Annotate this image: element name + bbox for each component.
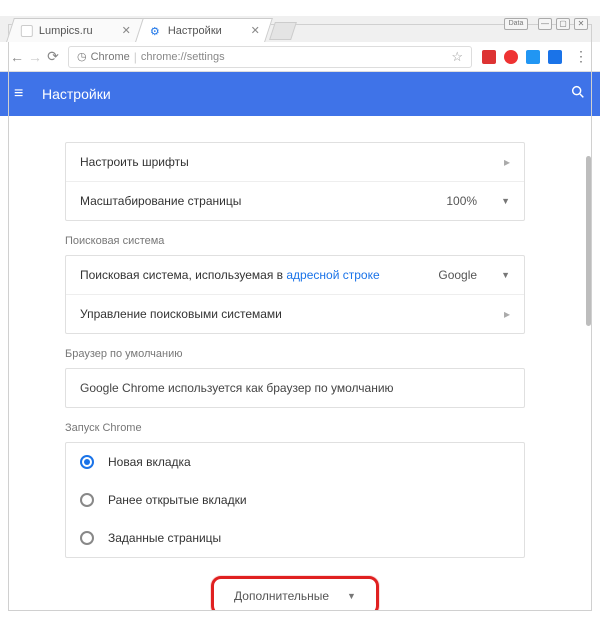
row-manage-search[interactable]: Управление поисковыми системами ▸ bbox=[66, 295, 524, 333]
zoom-value: 100% bbox=[446, 194, 477, 208]
row-zoom[interactable]: Масштабирование страницы 100% ▼ bbox=[66, 182, 524, 220]
startup-option-specific[interactable]: Заданные страницы bbox=[66, 519, 524, 557]
tab-settings[interactable]: ⚙ Настройки ✕ bbox=[135, 18, 273, 42]
row-label: Поисковая система, используемая в адресн… bbox=[80, 268, 438, 282]
radio-icon[interactable] bbox=[80, 455, 94, 469]
close-window-button[interactable]: ✕ bbox=[574, 18, 588, 30]
dropdown-icon[interactable]: ▼ bbox=[501, 196, 510, 206]
dropdown-icon[interactable]: ▼ bbox=[501, 270, 510, 280]
row-label: Масштабирование страницы bbox=[80, 194, 446, 208]
tab-lumpics[interactable]: Lumpics.ru ✕ bbox=[6, 18, 144, 42]
scrollbar-thumb[interactable] bbox=[586, 156, 591, 326]
section-title-search: Поисковая система bbox=[65, 235, 525, 247]
gear-icon: ⚙ bbox=[150, 25, 162, 37]
tab-title: Настройки bbox=[168, 25, 247, 37]
close-icon[interactable]: ✕ bbox=[122, 24, 131, 37]
startup-option-new-tab[interactable]: Новая вкладка bbox=[66, 443, 524, 481]
startup-option-continue[interactable]: Ранее открытые вкладки bbox=[66, 481, 524, 519]
maximize-button[interactable]: ▢ bbox=[556, 18, 570, 30]
close-icon[interactable]: ✕ bbox=[251, 24, 260, 37]
section-title-startup: Запуск Chrome bbox=[65, 422, 525, 434]
chevron-right-icon: ▸ bbox=[504, 307, 510, 321]
window-data-badge: Data bbox=[504, 18, 528, 30]
row-label: Настроить шрифты bbox=[80, 155, 504, 169]
section-title-default-browser: Браузер по умолчанию bbox=[65, 348, 525, 360]
row-default-browser: Google Chrome используется как браузер п… bbox=[65, 368, 525, 408]
radio-label: Новая вкладка bbox=[108, 455, 191, 469]
search-engine-value: Google bbox=[438, 268, 477, 282]
radio-label: Ранее открытые вкладки bbox=[108, 493, 247, 507]
minimize-button[interactable]: — bbox=[538, 18, 552, 30]
row-label: Управление поисковыми системами bbox=[80, 307, 504, 321]
settings-content: Настроить шрифты ▸ Масштабирование стран… bbox=[9, 132, 585, 610]
tab-title: Lumpics.ru bbox=[39, 25, 118, 37]
address-bar-link[interactable]: адресной строке bbox=[286, 268, 379, 282]
chevron-down-icon: ▼ bbox=[347, 591, 356, 601]
chevron-right-icon: ▸ bbox=[504, 155, 510, 169]
favicon-lumpics bbox=[21, 25, 33, 37]
row-search-engine[interactable]: Поисковая система, используемая в адресн… bbox=[66, 256, 524, 295]
advanced-button[interactable]: Дополнительные ▼ bbox=[211, 576, 379, 610]
radio-icon[interactable] bbox=[80, 531, 94, 545]
radio-icon[interactable] bbox=[80, 493, 94, 507]
advanced-label: Дополнительные bbox=[234, 589, 329, 603]
row-fonts[interactable]: Настроить шрифты ▸ bbox=[66, 143, 524, 182]
radio-label: Заданные страницы bbox=[108, 531, 221, 545]
